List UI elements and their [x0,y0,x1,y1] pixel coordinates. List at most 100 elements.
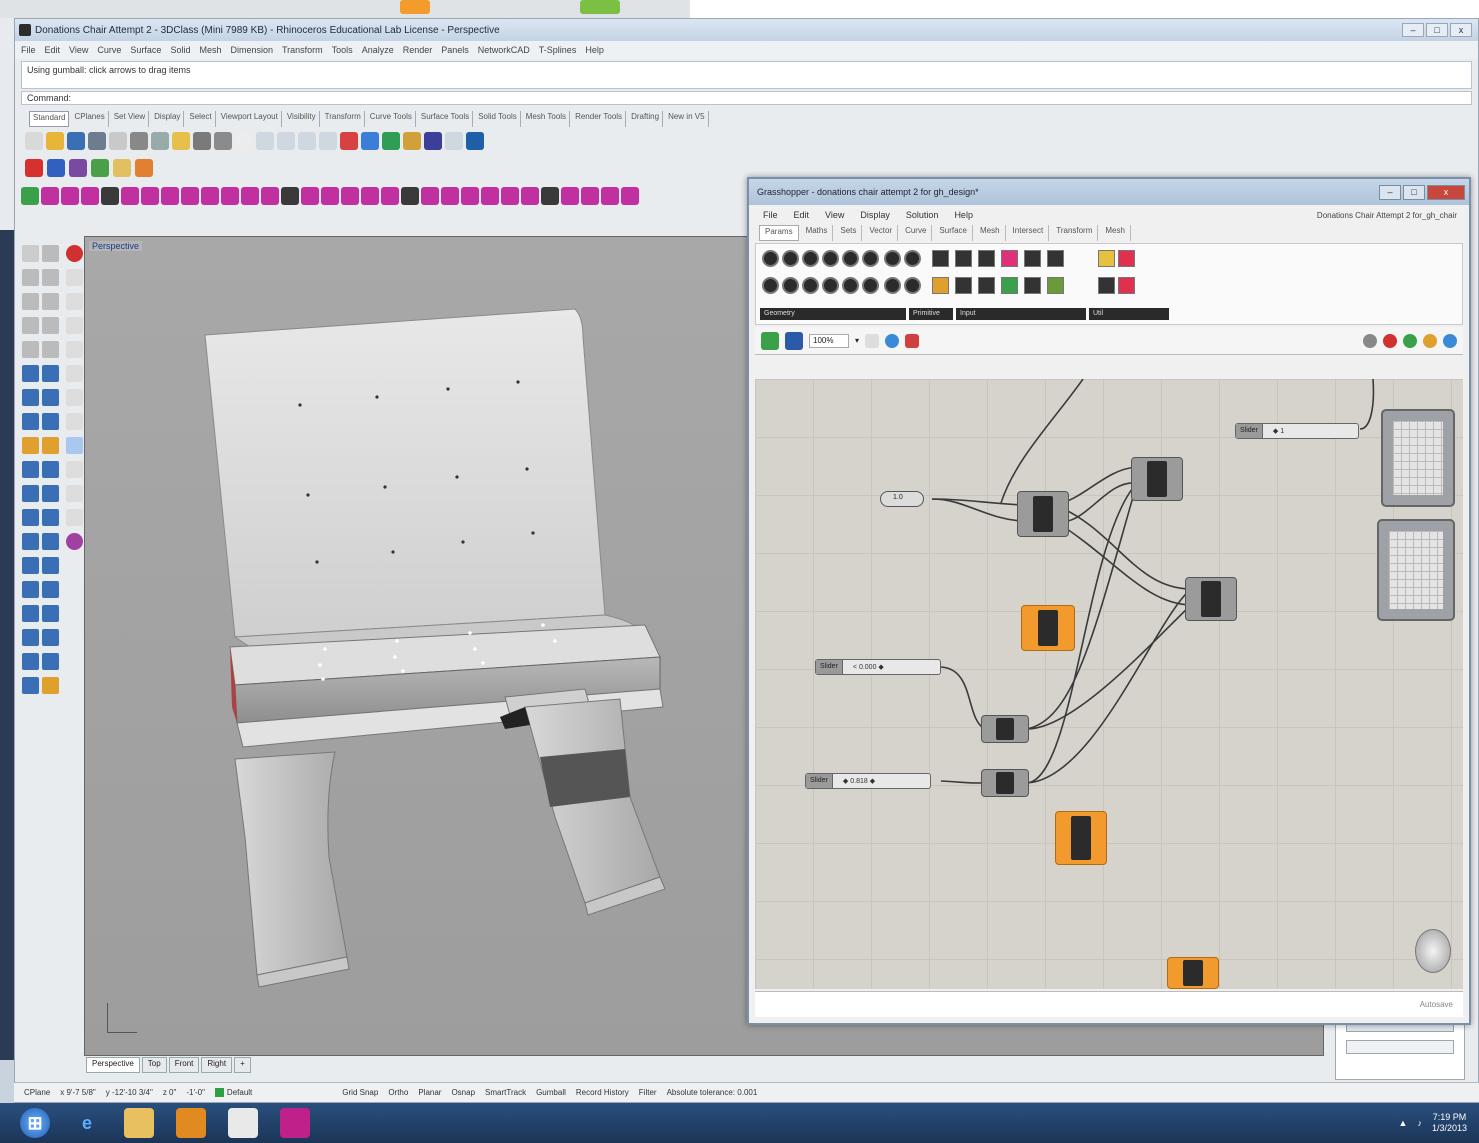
slider-2[interactable]: Slider ◆ 0.818 ◆ [805,773,931,789]
gh-tab-params[interactable]: Params [759,225,799,241]
menu-file[interactable]: File [21,45,36,55]
gh-open-icon[interactable] [761,331,779,350]
maximize-button[interactable]: □ [1426,23,1448,37]
tsplines-tool-5-icon[interactable] [101,187,119,205]
gh-tab-mesh-2[interactable]: Mesh [1100,225,1131,241]
network-surface-icon[interactable] [42,437,59,454]
start-button-icon[interactable]: ⊞ [20,1108,50,1138]
save-icon[interactable] [67,132,85,150]
tsplines-tool-16-icon[interactable] [321,187,339,205]
zoom-icon[interactable] [277,132,295,150]
render-icon[interactable] [361,132,379,150]
curve-icon[interactable] [22,293,39,310]
param-surface-icon[interactable] [862,277,879,294]
tsplines-tool-10-icon[interactable] [201,187,219,205]
gh-close-button[interactable]: x [1427,184,1465,200]
param-mesh-icon[interactable] [842,277,859,294]
gh-component-scale[interactable] [1185,577,1237,621]
gh-tab-intersect[interactable]: Intersect [1008,225,1050,241]
gh-menu-edit[interactable]: Edit [794,210,810,220]
command-line-input[interactable]: Command: [21,91,1472,105]
array-icon[interactable] [22,557,39,574]
polyline-icon[interactable] [22,269,39,286]
tsplines-tool-28-icon[interactable] [561,187,579,205]
tsplines-convert-icon[interactable] [66,533,83,550]
join-icon[interactable] [42,653,59,670]
ribbon-group-geometry[interactable]: Geometry [760,308,906,320]
tsplines-tool-21-icon[interactable] [421,187,439,205]
gh-sketch-icon[interactable] [905,333,920,348]
tab-drafting[interactable]: Drafting [628,111,664,127]
menu-tsplines[interactable]: T-Splines [539,45,577,55]
dimension-icon[interactable] [22,605,39,622]
fillet-icon[interactable] [22,413,39,430]
tsplines-torus-icon[interactable] [66,365,83,382]
media-player-icon[interactable] [176,1108,206,1138]
environment-icon[interactable] [91,159,109,177]
revolve-icon[interactable] [42,413,59,430]
tsplines-tool-15-icon[interactable] [301,187,319,205]
menu-mesh[interactable]: Mesh [199,45,221,55]
gh-save-icon[interactable] [785,331,803,350]
status-filter[interactable]: Filter [639,1088,657,1097]
file-explorer-icon[interactable] [124,1108,154,1138]
blue-sphere-icon[interactable] [47,159,65,177]
status-planar[interactable]: Planar [418,1088,441,1097]
param-circle-icon[interactable] [802,250,819,267]
blend-icon[interactable] [42,341,59,358]
input-colour-swatch-icon[interactable] [978,250,995,267]
close-button[interactable]: x [1450,23,1472,37]
tsplines-tool-12-icon[interactable] [241,187,259,205]
tsplines-sphere-icon[interactable] [66,317,83,334]
rhino-taskbar-icon[interactable] [228,1108,258,1138]
tab-surface-tools[interactable]: Surface Tools [418,111,474,127]
menu-solid[interactable]: Solid [170,45,190,55]
menu-render[interactable]: Render [403,45,433,55]
gh-menu-file[interactable]: File [763,210,778,220]
gh-component-rotate[interactable] [1131,457,1183,501]
lights-icon[interactable] [403,132,421,150]
tab-visibility[interactable]: Visibility [284,111,320,127]
rhino-titlebar[interactable]: Donations Chair Attempt 2 - 3DClass (Min… [15,19,1478,41]
menu-curve[interactable]: Curve [97,45,121,55]
view-tab-front[interactable]: Front [168,1057,200,1073]
param-point-icon[interactable] [762,250,779,267]
grasshopper-canvas[interactable]: Slider ◆ 1 1.0 Slider < 0.000 ◆ Slider ◆… [755,379,1463,989]
tab-cplanes[interactable]: CPlanes [71,111,109,127]
arc-icon[interactable] [22,341,39,358]
copy-icon[interactable] [151,132,169,150]
util-jump-icon[interactable] [1118,250,1135,267]
param-curve-icon[interactable] [762,277,779,294]
shaded-icon[interactable] [382,132,400,150]
sphere-icon[interactable] [42,485,59,502]
trim-icon[interactable] [42,605,59,622]
input-slider-icon[interactable] [932,277,949,294]
view-tab-right[interactable]: Right [201,1057,233,1073]
slider-1[interactable]: Slider < 0.000 ◆ [815,659,941,675]
tsplines-tool-22-icon[interactable] [441,187,459,205]
new-file-icon[interactable] [25,132,43,150]
tsplines-box-icon[interactable] [66,269,83,286]
texture-icon[interactable] [113,159,131,177]
util-galapagos-icon[interactable] [1118,277,1135,294]
cone-icon[interactable] [135,159,153,177]
properties-icon[interactable] [109,132,127,150]
gh-zoom-field[interactable]: 100% [809,333,849,348]
tsplines-tool-1-icon[interactable] [21,187,39,205]
gh-zoom-dropdown-icon[interactable]: ▾ [855,336,859,345]
internet-explorer-icon[interactable]: e [72,1108,102,1138]
tsplines-bridge-icon[interactable] [66,509,83,526]
status-grid-snap[interactable]: Grid Snap [342,1088,378,1097]
tab-curve-tools[interactable]: Curve Tools [367,111,416,127]
param-boolean-icon[interactable] [884,250,901,267]
print-icon[interactable] [88,132,106,150]
input-graph-mapper-icon[interactable] [978,277,995,294]
tsplines-tool-14-icon[interactable] [281,187,299,205]
open-folder-icon[interactable] [46,132,64,150]
volume-icon[interactable]: ♪ [1417,1118,1422,1128]
gh-tab-curve[interactable]: Curve [900,225,933,241]
status-ortho[interactable]: Ortho [388,1088,408,1097]
tsplines-tool-29-icon[interactable] [581,187,599,205]
gh-navigation-widget-icon[interactable] [1415,929,1451,973]
menu-surface[interactable]: Surface [130,45,161,55]
